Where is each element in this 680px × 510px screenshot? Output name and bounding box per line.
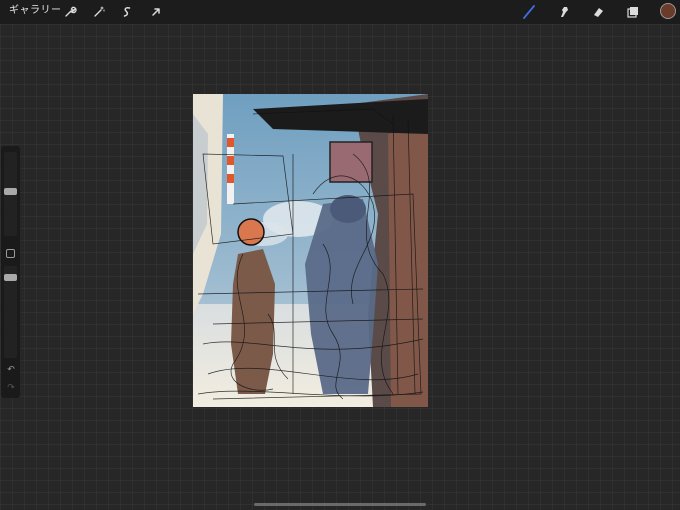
brush-size-thumb[interactable] xyxy=(4,188,17,195)
brush-icon[interactable] xyxy=(520,3,538,21)
opacity-thumb[interactable] xyxy=(4,274,17,281)
artwork-image xyxy=(193,94,428,407)
color-picker-swatch[interactable] xyxy=(660,3,676,19)
wrench-icon[interactable] xyxy=(61,3,79,21)
drawing-canvas[interactable] xyxy=(193,94,428,407)
modify-button[interactable] xyxy=(6,249,15,258)
transform-arrow-icon[interactable] xyxy=(147,3,165,21)
top-toolbar: ギャラリー xyxy=(0,0,680,24)
gallery-button[interactable]: ギャラリー xyxy=(9,4,62,18)
smudge-icon[interactable] xyxy=(555,3,573,21)
selection-icon[interactable] xyxy=(118,3,136,21)
home-indicator xyxy=(254,503,426,506)
eraser-icon[interactable] xyxy=(589,3,607,21)
magic-wand-icon[interactable] xyxy=(90,3,108,21)
left-sidebar: ↶ ↷ xyxy=(1,146,20,398)
undo-button[interactable]: ↶ xyxy=(5,364,17,376)
redo-button[interactable]: ↷ xyxy=(5,382,17,394)
layers-icon[interactable] xyxy=(624,3,642,21)
